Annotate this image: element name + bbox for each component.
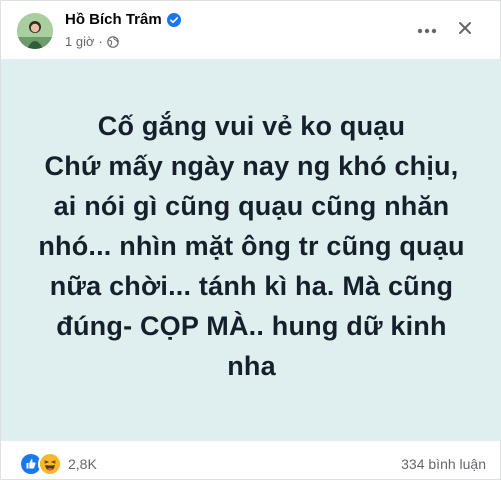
author-name[interactable]: Hồ Bích Trâm [65,11,162,28]
meta-separator: · [98,34,103,49]
post-footer: 2,8K 334 bình luận [1,441,500,480]
status-text: Cố gắng vui vẻ ko quạu Chứ mấy ngày nay … [38,111,465,381]
haha-reaction-icon [38,452,62,476]
post-header: Hồ Bích Trâm 1 giờ · [1,1,500,59]
hide-post-button[interactable] [450,15,480,45]
more-options-button[interactable] [412,15,442,45]
author-line: Hồ Bích Trâm [65,11,181,28]
reactions-summary[interactable]: 2,8K [19,452,97,476]
more-horizontal-icon [417,21,437,39]
globe-icon[interactable] [107,35,119,48]
facebook-post: Hồ Bích Trâm 1 giờ · Cố gắng vui vẻ ko q… [0,0,501,480]
author-avatar[interactable] [17,13,53,49]
post-timestamp[interactable]: 1 giờ [65,34,95,49]
post-meta: 1 giờ · [65,34,119,49]
comment-count-link[interactable]: 334 bình luận [401,456,486,472]
verified-badge-icon [166,12,181,27]
close-icon [458,21,472,40]
status-background-card: Cố gắng vui vẻ ko quạu Chứ mấy ngày nay … [1,59,501,441]
reaction-count: 2,8K [68,456,97,472]
